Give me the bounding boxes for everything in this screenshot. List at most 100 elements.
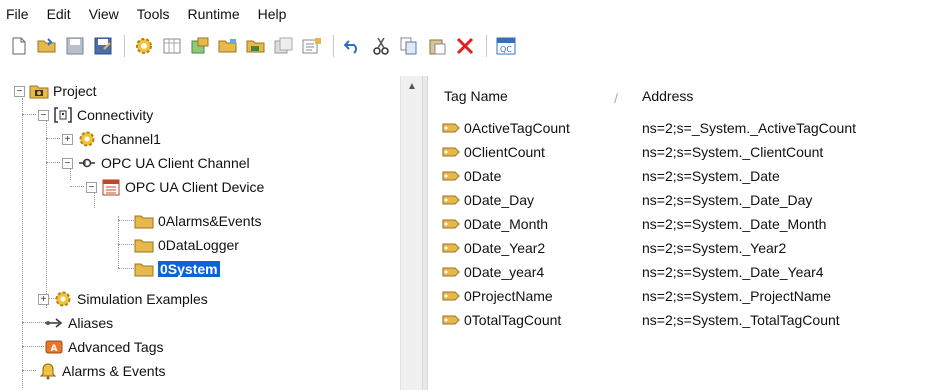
menu-view[interactable]: View bbox=[89, 6, 119, 22]
menu-edit[interactable]: Edit bbox=[47, 6, 71, 22]
channel-gear-icon bbox=[53, 290, 73, 308]
new-channel-icon[interactable] bbox=[189, 35, 211, 57]
new-file-icon[interactable] bbox=[8, 35, 30, 57]
tree-node-aliases[interactable]: Aliases bbox=[44, 312, 113, 334]
column-header-tag-name[interactable]: Tag Name / bbox=[430, 88, 630, 106]
column-header-address[interactable]: Address bbox=[630, 88, 693, 104]
collapse-toggle[interactable]: − bbox=[14, 85, 25, 97]
tree-node-project[interactable]: − Project bbox=[14, 80, 97, 102]
tag-name: 0Date bbox=[464, 168, 502, 184]
delete-icon[interactable] bbox=[454, 35, 476, 57]
tag-name: 0ActiveTagCount bbox=[464, 120, 570, 136]
tag-icon bbox=[442, 122, 460, 134]
tag-icon bbox=[442, 266, 460, 278]
menu-help[interactable]: Help bbox=[258, 6, 287, 22]
new-tag-group-icon[interactable] bbox=[245, 35, 267, 57]
table-row[interactable]: 0ActiveTagCount ns=2;s=_System._ActiveTa… bbox=[430, 116, 933, 140]
tag-icon bbox=[442, 218, 460, 230]
tag-icon bbox=[442, 290, 460, 302]
toolbar-separator bbox=[486, 35, 487, 57]
tag-address: ns=2;s=_System._ActiveTagCount bbox=[642, 120, 857, 136]
expand-toggle[interactable]: + bbox=[38, 293, 49, 305]
list-header: Tag Name / Address bbox=[430, 82, 933, 110]
tree-scrollbar[interactable]: ▲ bbox=[400, 76, 422, 390]
duplicate-icon[interactable] bbox=[273, 35, 295, 57]
tag-name: 0TotalTagCount bbox=[464, 312, 562, 328]
expand-toggle[interactable]: + bbox=[62, 133, 73, 145]
column-sort-indicator: / bbox=[614, 90, 618, 106]
toolbar-separator bbox=[333, 35, 334, 57]
tag-name: 0Date_Day bbox=[464, 192, 535, 208]
properties-icon[interactable] bbox=[301, 35, 323, 57]
tree-node-simulation[interactable]: + Simulation Examples bbox=[14, 288, 208, 310]
table-row[interactable]: 0Date_Day ns=2;s=System._Date_Day bbox=[430, 188, 933, 212]
table-row[interactable]: 0ClientCount ns=2;s=System._ClientCount bbox=[430, 140, 933, 164]
open-folder-icon[interactable] bbox=[36, 35, 58, 57]
table-icon[interactable] bbox=[161, 35, 183, 57]
project-tree[interactable]: − Project − Connectivity + Channel1 − OP… bbox=[0, 76, 400, 390]
tree-node-opc-ua-device[interactable]: − OPC UA Client Device bbox=[86, 176, 264, 198]
toolbar: QC bbox=[0, 30, 933, 62]
alias-arrow-icon bbox=[44, 314, 64, 332]
tree-node-alarms-events[interactable]: Alarms & Events bbox=[14, 360, 165, 382]
tag-list[interactable]: Tag Name / Address 0ActiveTagCount ns=2;… bbox=[430, 76, 933, 390]
connectivity-icon bbox=[53, 106, 73, 124]
channel-gear-icon bbox=[77, 130, 97, 148]
folder-icon bbox=[134, 236, 154, 254]
quick-client-icon[interactable]: QC bbox=[495, 35, 517, 57]
copy-icon[interactable] bbox=[398, 35, 420, 57]
tree-node-connectivity[interactable]: − Connectivity bbox=[38, 104, 153, 126]
tag-icon bbox=[442, 146, 460, 158]
menu-tools[interactable]: Tools bbox=[137, 6, 170, 22]
folder-icon bbox=[134, 212, 154, 230]
tag-icon bbox=[442, 194, 460, 206]
advanced-tag-icon: A bbox=[44, 338, 64, 356]
svg-text:A: A bbox=[51, 344, 58, 354]
bell-icon bbox=[38, 362, 58, 380]
tree-node-advanced-tags[interactable]: A Advanced Tags bbox=[44, 336, 163, 358]
table-row[interactable]: 0ProjectName ns=2;s=System._ProjectName bbox=[430, 284, 933, 308]
new-device-icon[interactable] bbox=[217, 35, 239, 57]
save-as-icon[interactable] bbox=[92, 35, 114, 57]
folder-icon bbox=[134, 260, 154, 278]
table-row[interactable]: 0Date ns=2;s=System._Date bbox=[430, 164, 933, 188]
tag-name: 0ClientCount bbox=[464, 144, 545, 160]
device-icon bbox=[101, 178, 121, 196]
collapse-toggle[interactable]: − bbox=[62, 157, 73, 169]
project-icon bbox=[29, 82, 49, 100]
tag-name: 0ProjectName bbox=[464, 288, 553, 304]
undo-icon[interactable] bbox=[342, 35, 364, 57]
table-row[interactable]: 0Date_Month ns=2;s=System._Date_Month bbox=[430, 212, 933, 236]
selected-node-label: 0System bbox=[158, 261, 220, 277]
table-row[interactable]: 0Date_Year2 ns=2;s=System._Year2 bbox=[430, 236, 933, 260]
tag-icon bbox=[442, 242, 460, 254]
tag-icon bbox=[442, 314, 460, 326]
tag-name: 0Date_Month bbox=[464, 216, 549, 232]
table-row[interactable]: 0Date_year4 ns=2;s=System._Date_Year4 bbox=[430, 260, 933, 284]
plug-icon bbox=[77, 154, 97, 172]
tag-address: ns=2;s=System._Year2 bbox=[642, 240, 787, 256]
tag-address: ns=2;s=System._ClientCount bbox=[642, 144, 824, 160]
tree-node-system-group[interactable]: 0System bbox=[134, 258, 220, 280]
tree-node-channel1[interactable]: + Channel1 bbox=[62, 128, 161, 150]
menu-file[interactable]: File bbox=[6, 6, 29, 22]
menu-runtime[interactable]: Runtime bbox=[187, 6, 239, 22]
svg-text:QC: QC bbox=[500, 45, 512, 54]
save-icon[interactable] bbox=[64, 35, 86, 57]
cut-icon[interactable] bbox=[370, 35, 392, 57]
paste-icon[interactable] bbox=[426, 35, 448, 57]
toolbar-separator bbox=[124, 35, 125, 57]
tree-node-alarms-events-group[interactable]: 0Alarms&Events bbox=[134, 210, 261, 232]
tree-node-datalogger-group[interactable]: 0DataLogger bbox=[134, 234, 239, 256]
tag-address: ns=2;s=System._Date bbox=[642, 168, 780, 184]
scroll-up-arrow-icon[interactable]: ▲ bbox=[401, 76, 423, 96]
pane-splitter[interactable] bbox=[422, 76, 428, 390]
menu-bar: File Edit View Tools Runtime Help bbox=[0, 0, 933, 28]
tree-node-opc-ua-channel[interactable]: − OPC UA Client Channel bbox=[62, 152, 250, 174]
tag-icon bbox=[442, 170, 460, 182]
collapse-toggle[interactable]: − bbox=[38, 109, 49, 121]
tag-name: 0Date_Year2 bbox=[464, 240, 546, 256]
gear-icon[interactable] bbox=[133, 35, 155, 57]
table-row[interactable]: 0TotalTagCount ns=2;s=System._TotalTagCo… bbox=[430, 308, 933, 332]
collapse-toggle[interactable]: − bbox=[86, 181, 97, 193]
